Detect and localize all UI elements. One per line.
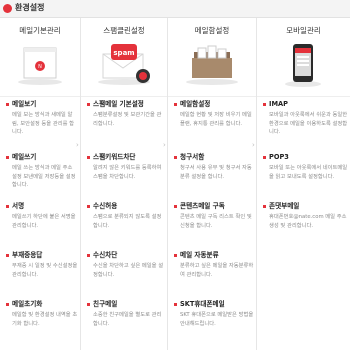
menu-item[interactable]: 친구메일 소중한 친구메일을 별도로 관리합니다. xyxy=(87,300,165,328)
chevron-right-icon: › xyxy=(252,141,255,149)
settings-columns: 메일기본관리 N 메일보기 메일 보는 방식과 새메일 알림, 보안설정 등을 … xyxy=(0,18,350,350)
svg-text:N: N xyxy=(38,64,42,70)
menu-item[interactable]: 스팸메일 기본설정 스팸분류설정 및 보관기간을 관리합니다. xyxy=(87,100,165,128)
chevron-right-icon: › xyxy=(76,141,79,149)
menu-item[interactable]: 존댓부메일 휴대폰번호@nate.com 메일 주소 생성 및 관리합니다. xyxy=(263,202,348,230)
menu-item[interactable]: 수신차단 수신을 차단하고 싶은 메일을 설정합니다. xyxy=(87,251,165,279)
chevron-right-icon: › xyxy=(163,141,166,149)
spam-badge-label: spam xyxy=(113,49,134,57)
menu-item[interactable]: 서명 메일쓰기 하단에 붙은 서명을 관리합니다. xyxy=(6,202,78,230)
column-mobile: 모바일관리 IMAP 모바일과 아웃룩에서 쉬운과 동일한 환경으로 메일을 이… xyxy=(257,18,350,350)
menu-item[interactable]: SKT휴대폰메일 SKT 휴대폰으로 메일받은 방법을 안내해드립니다. xyxy=(174,300,254,328)
menu-item[interactable]: 메일쓰기 메일 쓰는 방식과 메일 주소 설정 보낸메일 저장등을 설정합니다. xyxy=(6,153,78,190)
column-heading[interactable]: 스팸클린설정 xyxy=(81,25,167,36)
settings-mark-icon xyxy=(3,4,12,13)
column-mail-basic: 메일기본관리 N 메일보기 메일 보는 방식과 새메일 알림, 보안설정 등을 … xyxy=(0,18,81,350)
menu-item[interactable]: POP3 모바일 또는 아웃룩에서 네이트메일을 읽고 보내도록 설정합니다. xyxy=(263,153,348,181)
letter-icon: N xyxy=(18,47,62,85)
menu-item[interactable]: 콘텐츠메일 구독 콘텐츠 메일 구독 리스트 확인 및 신청을 합니다. xyxy=(174,202,254,230)
menu-item[interactable]: 청구서함 청구서 사용 유무 및 청구서 자동분류 설정을 합니다. xyxy=(174,153,254,181)
menu-item[interactable]: 스팸키워드차단 알려지 않은 키워드를 등록하여 스팸을 차단합니다. xyxy=(87,153,165,181)
menu-item[interactable]: 수신허용 스팸으로 분류되지 않도록 설정합니다. xyxy=(87,202,165,230)
spam-envelope-icon: spam xyxy=(98,44,150,85)
settings-header: 환경설정 xyxy=(0,0,350,18)
page-title: 환경설정 xyxy=(15,3,45,12)
menu-item[interactable]: 메일초기화 메일함 및 환경설정 내역을 초기화 합니다. xyxy=(6,300,78,328)
column-heading[interactable]: 메일기본관리 xyxy=(0,25,80,36)
menu-item[interactable]: IMAP 모바일과 아웃룩에서 쉬운과 동일한 환경으로 메일을 이용하도록 설… xyxy=(263,100,348,137)
menu-item[interactable]: 부재중응답 부재중 시 일정 및 수신설정을 관리합니다. xyxy=(6,251,78,279)
column-heading[interactable]: 모바일관리 xyxy=(257,25,350,36)
smartphone-icon xyxy=(285,44,321,87)
column-mailbox: 메일함설정 메일함설정 메일함 현황 및 저장 비우기 메일 플랜, 휴지통 관… xyxy=(168,18,257,350)
column-spam: 스팸클린설정 spam 스팸메일 기본설정 스팸분류설정 및 보관기간을 관리합… xyxy=(81,18,168,350)
column-heading[interactable]: 메일함설정 xyxy=(168,25,256,36)
menu-item[interactable]: 메일 자동분류 분류하고 싶은 메일을 자동분류하여 관리합니다. xyxy=(174,251,254,279)
mailbox-icon xyxy=(186,45,238,85)
menu-item[interactable]: 메일함설정 메일함 현황 및 저장 비우기 메일 플랜, 휴지통 관리를 합니다… xyxy=(174,100,254,128)
menu-item[interactable]: 메일보기 메일 보는 방식과 새메일 알림, 보안설정 등을 관리를 합니다. xyxy=(6,100,78,137)
